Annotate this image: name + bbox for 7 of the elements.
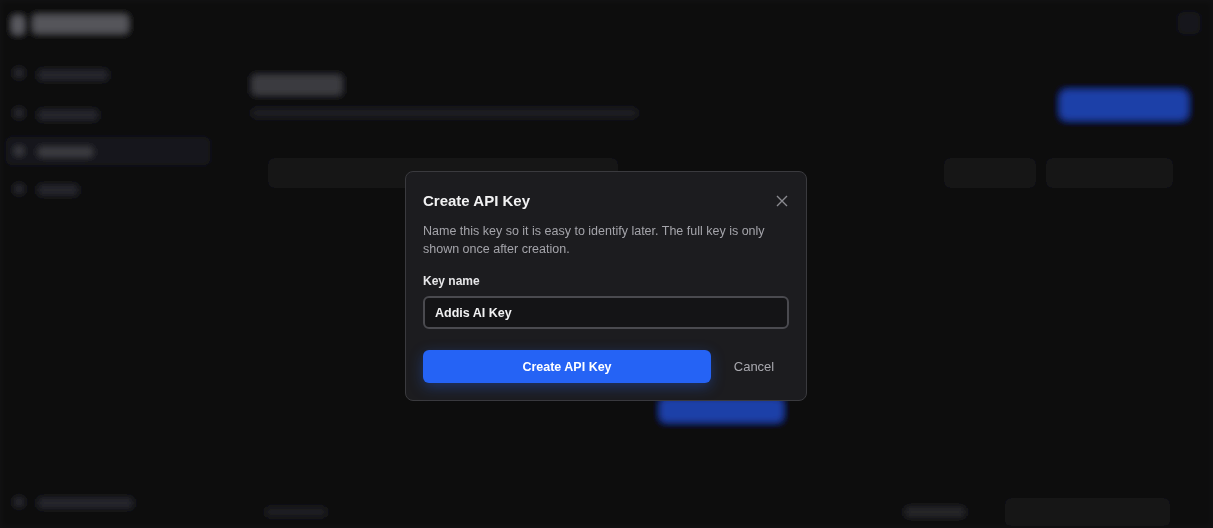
close-icon[interactable] <box>775 193 789 208</box>
dialog-description: Name this key so it is easy to identify later. The full key is only shown once after creation. <box>423 223 766 258</box>
cancel-button[interactable]: Cancel <box>719 350 789 383</box>
key-name-field[interactable]: Addis AI Key <box>423 296 789 329</box>
dialog-title: Create API Key <box>423 192 530 209</box>
create-key-button[interactable]: Create API Key <box>423 350 711 383</box>
field-label: Key name <box>423 274 481 288</box>
